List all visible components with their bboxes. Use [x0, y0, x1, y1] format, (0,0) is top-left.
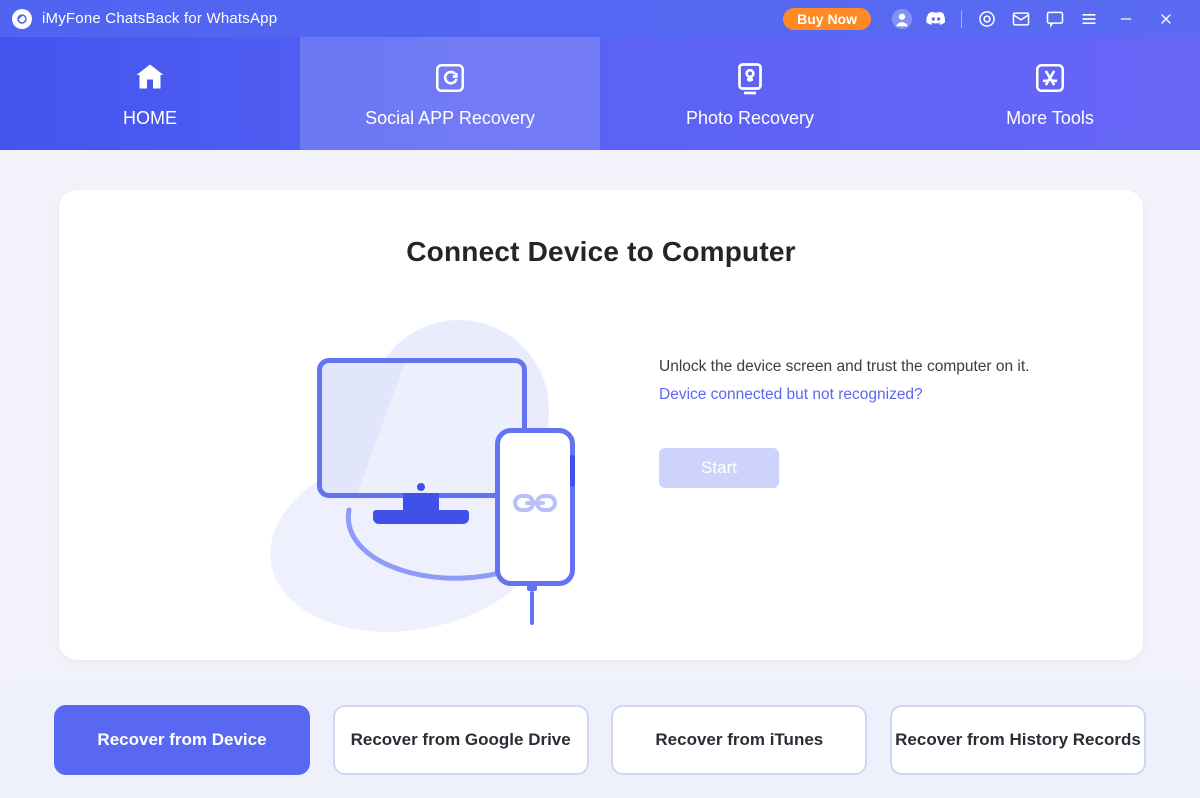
nav-social-app-recovery[interactable]: Social APP Recovery: [300, 37, 600, 150]
card-heading: Connect Device to Computer: [59, 190, 1143, 268]
option-recover-from-google-drive[interactable]: Recover from Google Drive: [333, 705, 589, 775]
nav-home[interactable]: HOME: [0, 37, 300, 150]
troubleshoot-link[interactable]: Device connected but not recognized?: [659, 386, 923, 404]
content-area: Connect Device to Computer Unlock the de…: [0, 150, 1200, 798]
app-store-icon: [1033, 58, 1067, 98]
home-icon: [130, 58, 170, 98]
close-button[interactable]: [1154, 7, 1178, 31]
option-recover-from-history-records[interactable]: Recover from History Records: [890, 705, 1146, 775]
nav-more-tools[interactable]: More Tools: [900, 37, 1200, 150]
refresh-app-icon: [433, 58, 467, 98]
nav-photo-recovery[interactable]: Photo Recovery: [600, 37, 900, 150]
connect-card: Connect Device to Computer Unlock the de…: [59, 190, 1143, 660]
feedback-icon[interactable]: [1044, 8, 1066, 30]
instruction-text: Unlock the device screen and trust the c…: [659, 358, 1083, 376]
nav-label: More Tools: [1006, 108, 1094, 129]
photo-recovery-icon: [732, 58, 768, 98]
account-icon[interactable]: [891, 8, 913, 30]
main-nav: HOME Social APP Recovery Photo Recovery …: [0, 37, 1200, 150]
link-icon: [511, 488, 559, 518]
start-button[interactable]: Start: [659, 448, 779, 488]
app-logo-icon: [12, 9, 32, 29]
option-recover-from-device[interactable]: Recover from Device: [54, 705, 310, 775]
option-recover-from-itunes[interactable]: Recover from iTunes: [611, 705, 867, 775]
nav-label: HOME: [123, 108, 177, 129]
menu-icon[interactable]: [1078, 8, 1100, 30]
mail-icon[interactable]: [1010, 8, 1032, 30]
target-icon[interactable]: [976, 8, 998, 30]
buy-now-button[interactable]: Buy Now: [783, 8, 871, 30]
titlebar: iMyFone ChatsBack for WhatsApp Buy Now: [0, 0, 1200, 37]
discord-icon[interactable]: [925, 8, 947, 30]
connect-illustration: [259, 320, 599, 610]
minimize-button[interactable]: [1114, 7, 1138, 31]
nav-label: Social APP Recovery: [365, 108, 535, 129]
separator: [961, 10, 962, 28]
app-title: iMyFone ChatsBack for WhatsApp: [42, 10, 277, 27]
recovery-options-bar: Recover from Device Recover from Google …: [0, 682, 1200, 798]
phone-cable-icon: [527, 581, 537, 621]
nav-label: Photo Recovery: [686, 108, 814, 129]
instructions-pane: Unlock the device screen and trust the c…: [659, 358, 1083, 488]
